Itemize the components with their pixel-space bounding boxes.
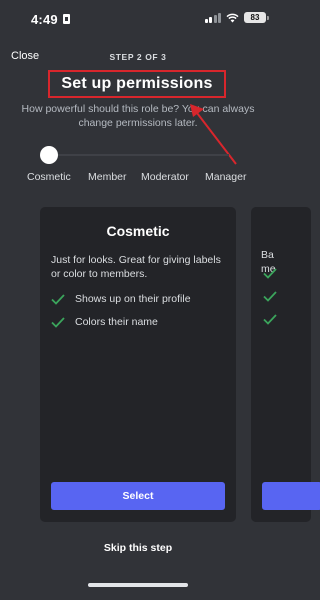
status-bar: 4:49 83 [0,0,276,38]
slider-label-manager[interactable]: Manager [205,171,246,183]
slider-thumb[interactable] [40,146,58,164]
check-icon [263,268,277,279]
skip-step-button[interactable]: Skip this step [0,542,276,554]
role-card-cosmetic: Cosmetic Just for looks. Great for givin… [40,207,236,522]
status-time: 4:49 [31,12,58,27]
step-indicator: STEP 2 OF 3 [109,52,167,62]
card-title: Cosmetic [106,223,170,239]
card-description: Just for looks. Great for giving labels … [51,254,221,280]
home-indicator[interactable] [88,583,188,587]
page-title-highlight: Set up permissions [48,70,226,98]
next-card-select-button[interactable] [262,482,320,510]
feature-label: Shows up on their profile [75,293,191,305]
feature-item: Colors their name [51,316,158,328]
check-icon [51,316,65,328]
select-button[interactable]: Select [51,482,225,510]
slider-track[interactable] [49,154,229,156]
lock-icon [63,14,70,24]
slider-label-cosmetic[interactable]: Cosmetic [27,171,71,183]
check-icon [263,291,277,302]
wifi-icon [226,13,239,22]
slider-label-member[interactable]: Member [88,171,127,183]
battery-icon: 83 [244,12,269,23]
permission-level-slider[interactable] [40,146,229,164]
slider-label-moderator[interactable]: Moderator [141,171,189,183]
check-icon [263,314,277,325]
role-card-next[interactable]: Ba me [251,207,320,522]
page-title: Set up permissions [61,75,213,92]
check-icon [51,293,65,305]
feature-item: Shows up on their profile [51,293,191,305]
signal-icon [204,12,221,23]
feature-label: Colors their name [75,316,158,328]
